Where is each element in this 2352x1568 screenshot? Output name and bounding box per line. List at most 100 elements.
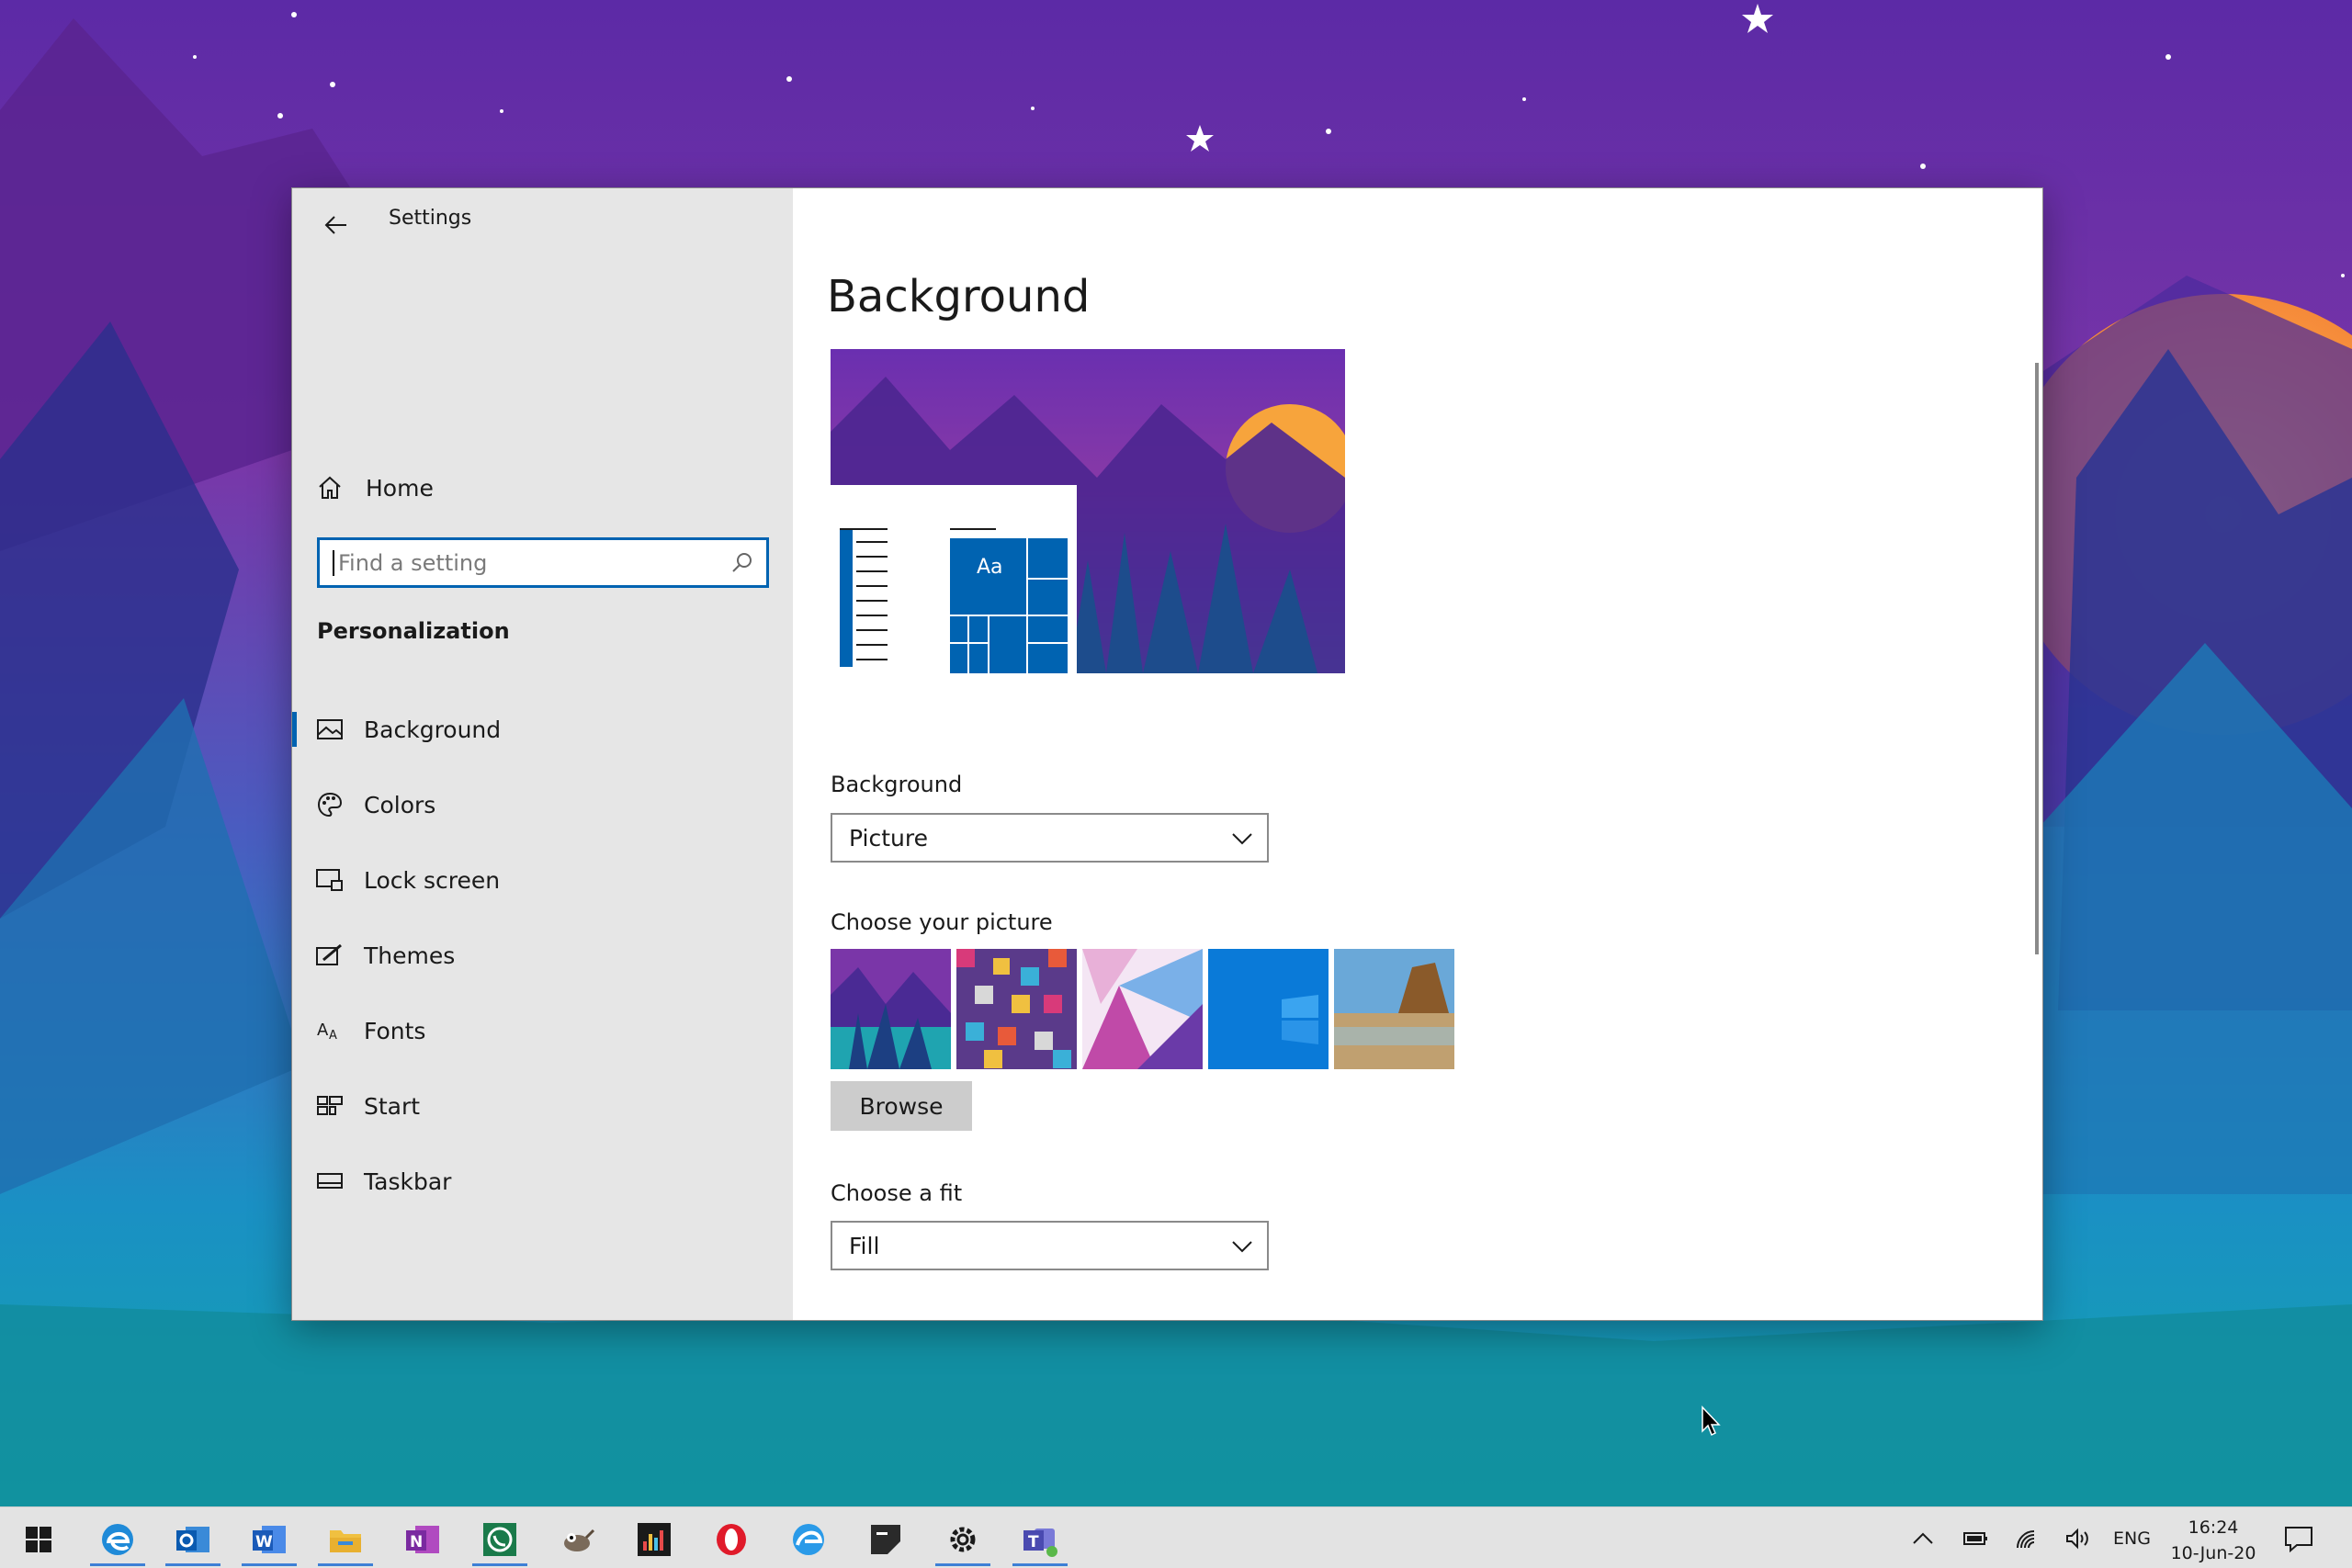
svg-text:W: W [255,1533,273,1551]
svg-text:A: A [329,1029,337,1043]
sidebar-item-label: Fonts [364,1017,426,1044]
scrollbar[interactable] [2035,363,2039,954]
themes-icon [316,942,344,969]
sidebar-item-background[interactable]: Background [292,692,793,767]
thumbnail-mountains[interactable] [831,949,951,1069]
home-label: Home [366,474,434,502]
background-preview [831,349,1345,673]
back-arrow-icon [324,216,346,234]
settings-content: Background Aa Background Picture Choose … [793,188,2042,1320]
taskbar-gimp[interactable] [542,1513,612,1566]
taskbar-edge[interactable] [83,1513,153,1566]
taskbar: W N T ENG 16:24 10-Jun-20 [0,1506,2352,1568]
teams-icon: T [1023,1529,1057,1557]
fit-dropdown-value: Fill [849,1232,880,1259]
speaker-icon [2066,1528,2088,1549]
search-box[interactable] [317,537,769,588]
section-title: Personalization [317,618,510,644]
chevron-up-icon [1913,1532,1933,1544]
clock-time: 16:24 [2188,1517,2239,1538]
fit-dropdown[interactable]: Fill [831,1221,1269,1270]
background-dropdown-value: Picture [849,824,928,852]
taskbar-edge-legacy[interactable] [774,1513,843,1566]
fit-label: Choose a fit [831,1180,963,1206]
word-icon: W [253,1526,286,1553]
fonts-icon: AA [316,1017,344,1044]
svg-text:T: T [1028,1533,1039,1551]
gimp-icon [564,1529,595,1551]
start-button[interactable] [4,1513,74,1566]
taskbar-word[interactable]: W [234,1513,304,1566]
thumbnail-windows-blue[interactable] [1208,949,1329,1069]
background-dropdown[interactable]: Picture [831,813,1269,863]
edge-icon [102,1524,133,1555]
battery-icon [1963,1531,1987,1545]
mouse-cursor-icon [1702,1405,1721,1437]
taskbar-file-explorer[interactable] [311,1513,380,1566]
background-label: Background [831,772,963,797]
lock-screen-icon [316,866,344,894]
thumbnail-abstract[interactable] [1082,949,1203,1069]
opera-icon [717,1524,746,1555]
back-button[interactable] [311,199,362,251]
sidebar-item-label: Themes [364,942,456,969]
sidebar-item-label: Background [364,716,502,743]
sidebar-item-label: Colors [364,791,436,818]
sidebar-item-colors[interactable]: Colors [292,767,793,842]
search-icon[interactable] [731,551,753,577]
image-icon [316,716,344,743]
settings-window: Settings Home Personalization Background [291,187,2043,1321]
taskbar-outlook[interactable] [158,1513,228,1566]
thumbnail-beach[interactable] [1334,949,1454,1069]
picture-thumbnails [831,949,1454,1069]
action-center-button[interactable] [2284,1507,2321,1568]
sidebar-nav: Background Colors Lock screen Themes A A… [292,692,793,1219]
taskbar-clock[interactable]: 16:24 10-Jun-20 [2163,1515,2264,1566]
show-hidden-icons-button[interactable] [1911,1507,1939,1568]
search-input[interactable] [338,549,724,576]
wifi-icon [2017,1529,2035,1548]
sticky-notes-icon [871,1525,900,1554]
choose-picture-label: Choose your picture [831,909,1053,935]
svg-text:N: N [410,1533,423,1551]
taskbar-icon [316,1168,344,1195]
start-icon [316,1092,344,1120]
windows-logo-icon [26,1527,51,1552]
volume-tray-button[interactable] [2065,1507,2098,1568]
taskbar-onenote[interactable]: N [388,1513,458,1566]
sidebar-item-start[interactable]: Start [292,1068,793,1144]
edge-legacy-icon [793,1524,824,1555]
settings-sidebar: Settings Home Personalization Background [292,188,793,1320]
sidebar-item-home[interactable]: Home [316,460,775,515]
page-title: Background [827,271,1091,322]
chevron-down-icon [1232,833,1252,845]
sidebar-item-lock-screen[interactable]: Lock screen [292,842,793,918]
taskbar-sticky-notes[interactable] [851,1513,921,1566]
palette-icon [316,791,344,818]
onenote-icon: N [406,1526,439,1553]
taskbar-whatsapp[interactable] [465,1513,535,1566]
notification-icon [2285,1526,2312,1552]
taskbar-audio-app[interactable] [619,1513,689,1566]
input-language-button[interactable]: ENG [2113,1507,2151,1568]
network-tray-button[interactable] [2014,1507,2047,1568]
browse-button[interactable]: Browse [831,1081,972,1131]
battery-tray-button[interactable] [1962,1507,1996,1568]
settings-icon [950,1527,976,1552]
sidebar-item-label: Start [364,1092,421,1120]
preview-tile-text: Aa [977,556,1003,579]
sidebar-item-label: Taskbar [364,1168,452,1195]
taskbar-teams[interactable]: T [1005,1513,1075,1566]
home-icon [316,474,344,502]
clock-date: 10-Jun-20 [2170,1543,2256,1563]
sidebar-item-taskbar[interactable]: Taskbar [292,1144,793,1219]
sidebar-item-fonts[interactable]: AA Fonts [292,993,793,1068]
whatsapp-icon [483,1523,516,1556]
thumbnail-pixel-art[interactable] [956,949,1077,1069]
text-cursor [333,549,334,576]
audio-app-icon [638,1523,671,1556]
sidebar-item-themes[interactable]: Themes [292,918,793,993]
taskbar-opera[interactable] [696,1513,766,1566]
taskbar-settings[interactable] [928,1513,998,1566]
sidebar-item-label: Lock screen [364,866,501,894]
